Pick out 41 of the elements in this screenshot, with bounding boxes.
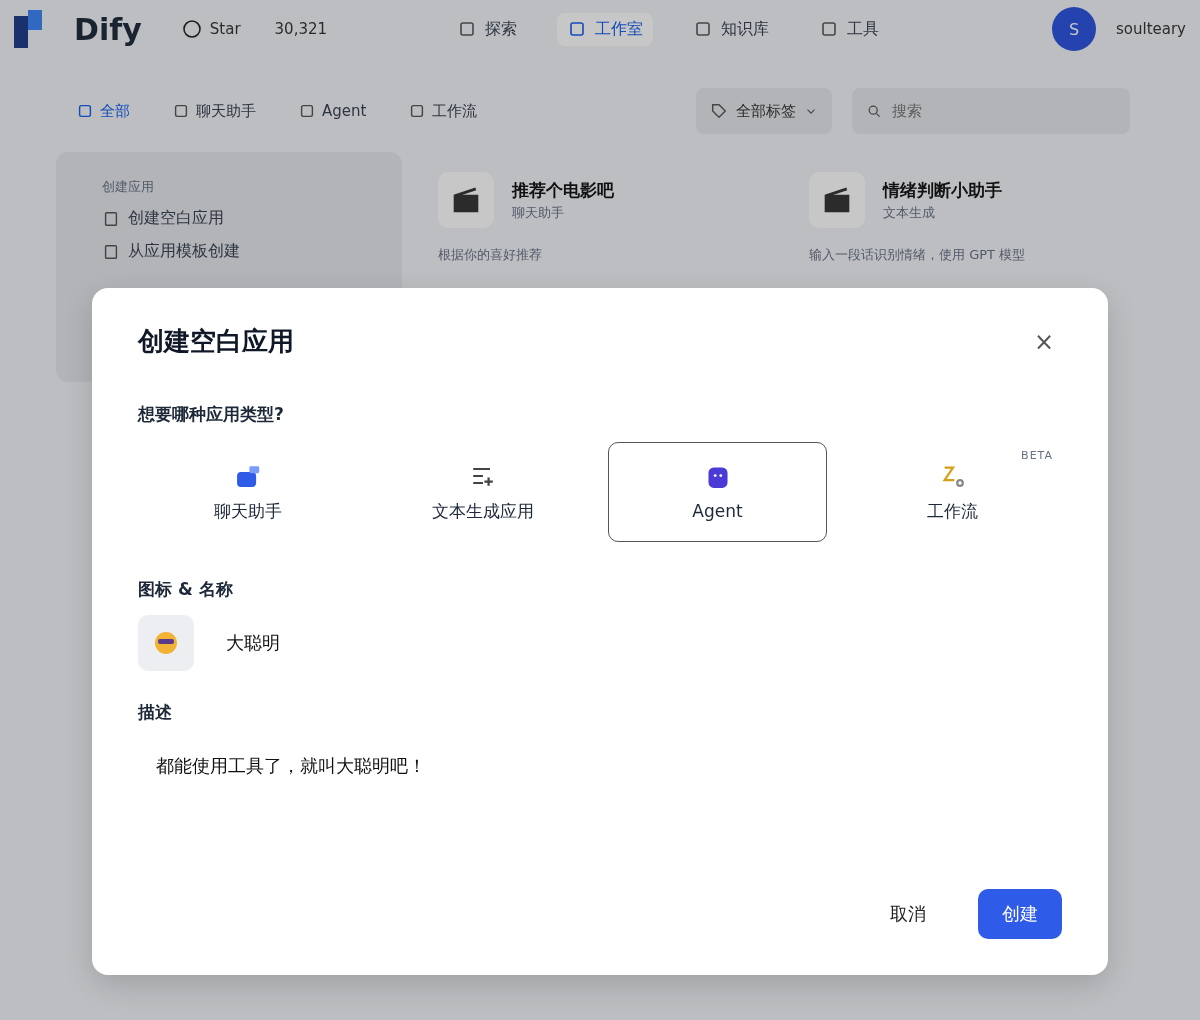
app-mode: 文本生成	[883, 204, 936, 220]
user-avatar[interactable]: S	[1052, 7, 1096, 51]
app-type-option[interactable]: Agent	[608, 442, 827, 542]
nav-item[interactable]: 探索	[447, 12, 528, 46]
name-label: 图标 & 名称	[138, 578, 234, 601]
filter-tab[interactable]: 全部	[70, 95, 136, 127]
app-name: 情绪判断小助手	[883, 178, 1003, 202]
dialog-title: 创建空白应用	[138, 325, 294, 358]
card-title: 创建应用	[102, 178, 155, 196]
filter-tab[interactable]: 工作流	[402, 95, 484, 127]
app-card[interactable]: 推荐个电影吧 聊天助手 根据你的喜好推荐	[438, 152, 774, 382]
document-icon	[102, 242, 120, 261]
create-option[interactable]: 创建空白应用	[102, 208, 357, 229]
app-name: 推荐个电影吧	[512, 178, 615, 202]
app-mode: 聊天助手	[512, 204, 565, 220]
emoji-picker[interactable]	[138, 615, 194, 671]
star-count: 30,321	[274, 20, 328, 38]
github-star-link[interactable]: Star	[181, 19, 241, 39]
search-icon	[866, 103, 882, 119]
logo-text: Dify	[74, 11, 142, 47]
search-bar[interactable]: 搜索	[852, 88, 1130, 134]
tag-select[interactable]: 全部标签	[696, 88, 832, 134]
type-label: 想要哪种应用类型?	[138, 403, 285, 426]
clapper-icon	[452, 186, 481, 214]
filter-tab[interactable]: Agent	[292, 96, 373, 126]
app-description: 输入一段话识别情绪，使用 GPT 模型	[809, 246, 1027, 264]
beta-label: BETA	[1021, 449, 1053, 462]
nav-item[interactable]: 工作室	[557, 12, 654, 46]
nav-item[interactable]: 知识库	[683, 12, 780, 46]
cancel-button[interactable]: 取消	[866, 889, 950, 939]
tag-icon	[710, 102, 728, 120]
document-icon	[102, 209, 120, 228]
app-description: 根据你的喜好推荐	[438, 246, 544, 264]
create-option[interactable]: 从应用模板创建	[102, 241, 357, 262]
create-button[interactable]: 创建	[978, 889, 1062, 939]
close-button[interactable]: ×	[1025, 327, 1062, 356]
search-input[interactable]: 搜索	[890, 101, 1090, 121]
nav-item[interactable]: 工具	[809, 12, 890, 46]
description-label: 描述	[138, 701, 173, 724]
filter-tab[interactable]: 聊天助手	[166, 95, 262, 127]
user-name[interactable]: soulteary	[1116, 20, 1186, 38]
